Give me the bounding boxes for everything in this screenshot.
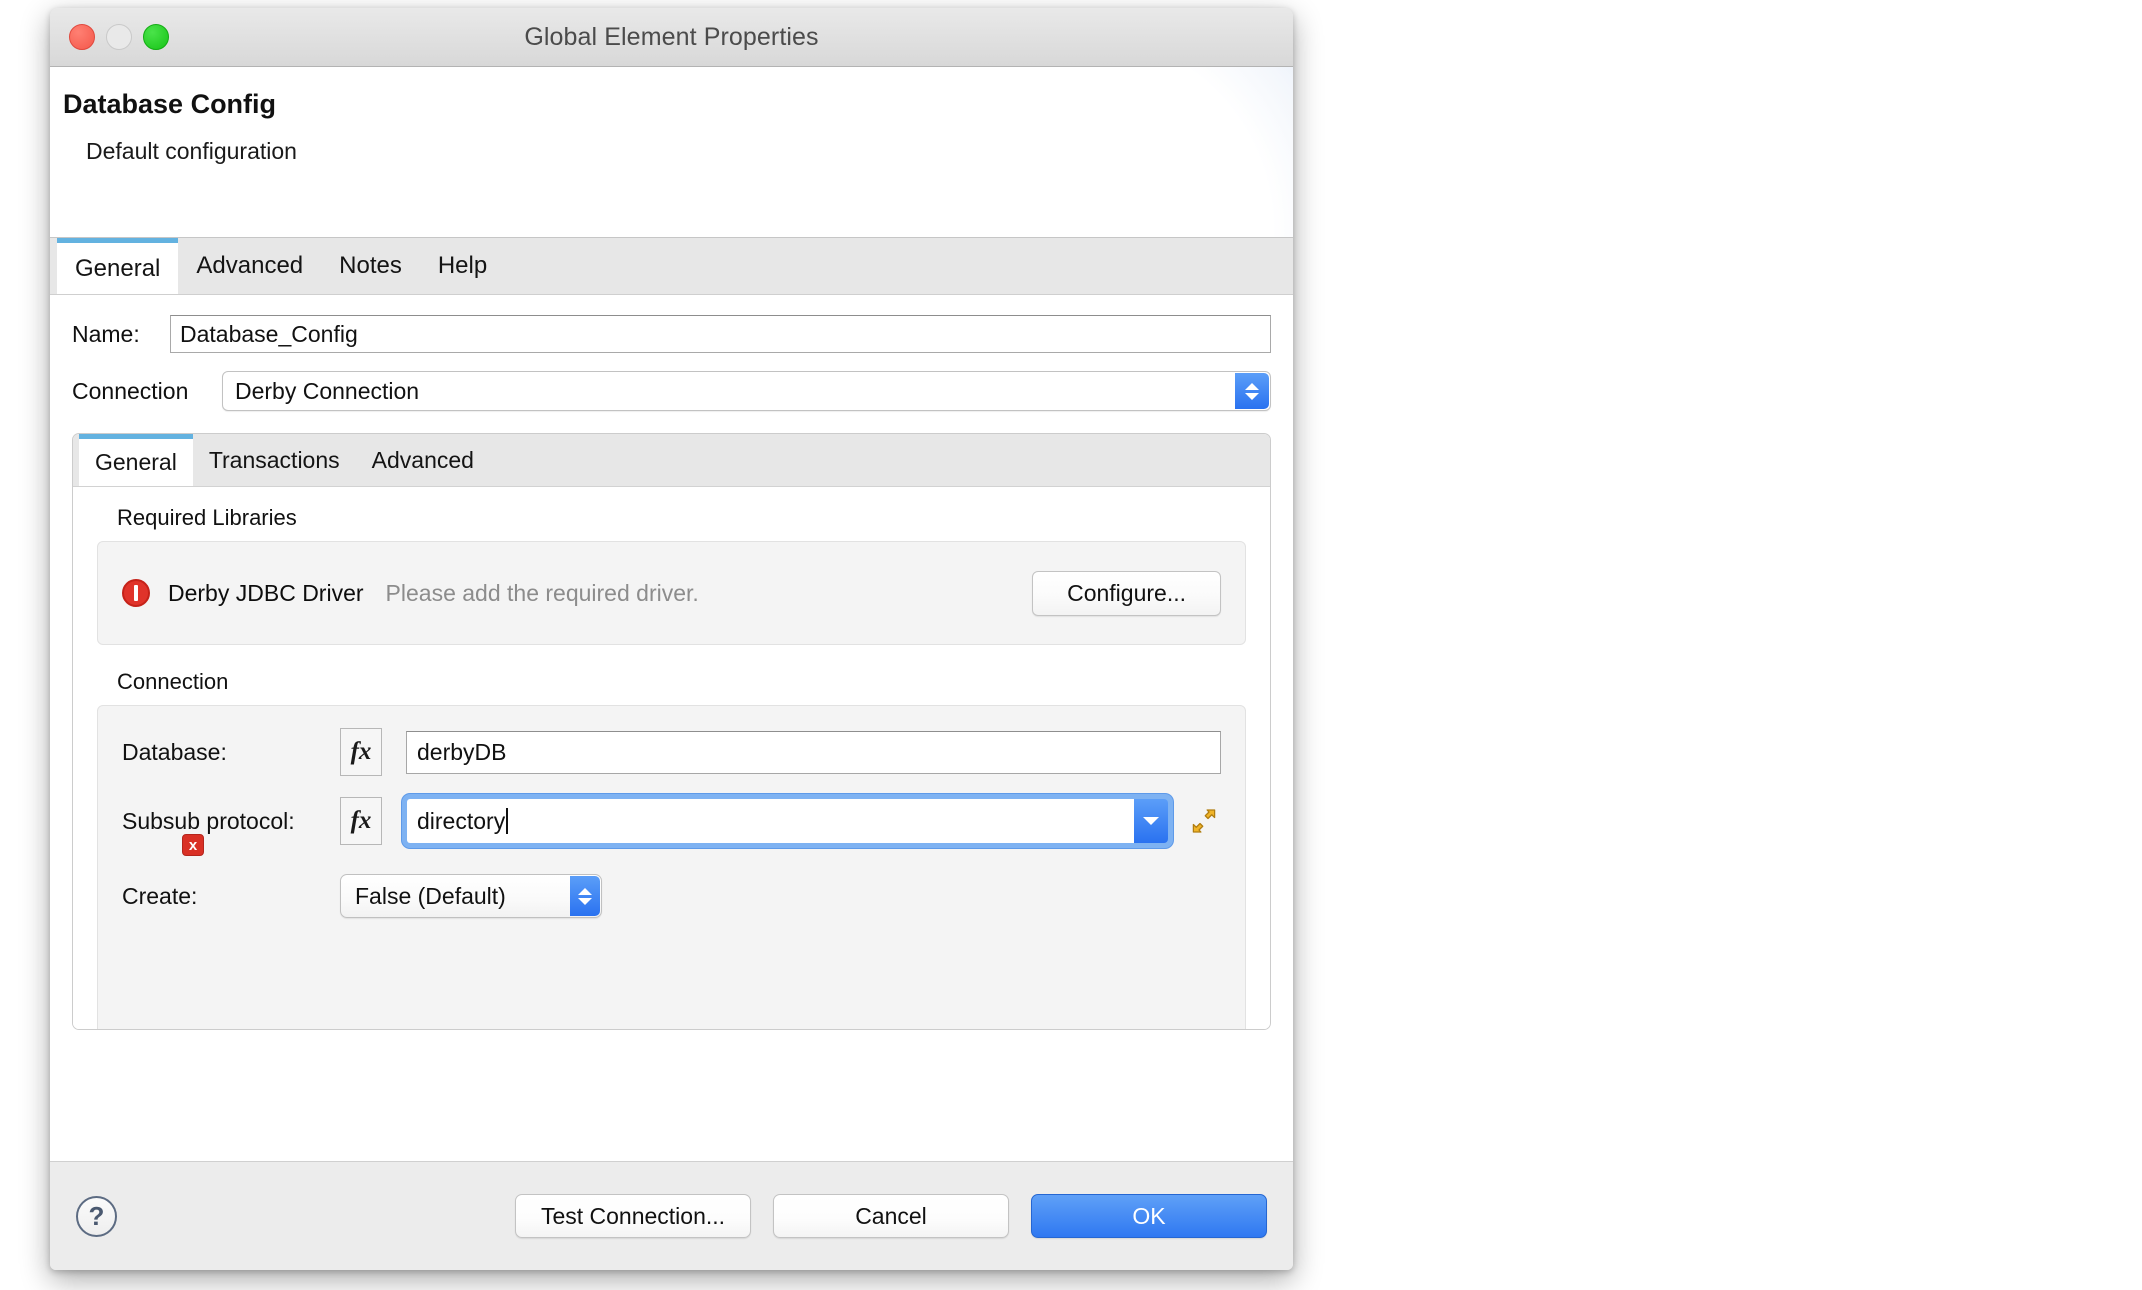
create-select-value: False (Default): [355, 882, 506, 909]
test-connection-button[interactable]: Test Connection...: [515, 1194, 751, 1238]
connection-select[interactable]: Derby Connection: [222, 371, 1271, 411]
outer-tab-bar: General Advanced Notes Help: [50, 238, 1293, 295]
chevron-up-icon: [1245, 382, 1259, 390]
zoom-button[interactable]: [143, 24, 169, 50]
chevron-up-icon: [578, 887, 592, 895]
subsub-protocol-input[interactable]: directory: [407, 799, 1134, 843]
configure-button[interactable]: Configure...: [1032, 570, 1221, 616]
connection-group-panel: Database: fx derbyDB Subsub protocol: fx…: [97, 705, 1246, 1029]
connection-label: Connection: [72, 377, 189, 404]
tab-advanced-label: Advanced: [196, 252, 304, 279]
close-button[interactable]: [69, 24, 95, 50]
connection-field-row: Connection Derby Connection: [50, 371, 1293, 411]
dialog-body: General Advanced Notes Help Name: Databa…: [50, 238, 1293, 1161]
dialog-footer: ? Test Connection... Cancel OK: [50, 1161, 1293, 1270]
connection-group-label: Connection: [117, 669, 229, 694]
database-row: Database: fx derbyDB: [122, 728, 1221, 776]
create-label: Create:: [122, 882, 198, 909]
minimize-button[interactable]: [106, 24, 132, 50]
subsub-protocol-combobox[interactable]: directory: [402, 794, 1173, 848]
tab-advanced[interactable]: Advanced: [178, 238, 321, 294]
dialog-header: Database Config Default configuration: [50, 67, 1293, 238]
refresh-icon[interactable]: [1187, 804, 1221, 838]
driver-status-message: Please add the required driver.: [385, 579, 699, 606]
text-caret: [506, 808, 509, 834]
page-subtitle: Default configuration: [86, 138, 297, 164]
tab-general-label: General: [75, 254, 161, 282]
window-title: Global Element Properties: [524, 22, 819, 51]
validation-error-badge: x: [182, 834, 204, 856]
tab-notes-label: Notes: [339, 252, 402, 279]
chevron-down-icon: [578, 897, 592, 905]
tab-notes[interactable]: Notes: [321, 238, 420, 294]
fx-button-database[interactable]: fx: [340, 728, 382, 776]
ok-button[interactable]: OK: [1031, 1194, 1267, 1238]
subsub-protocol-label: Subsub protocol:: [122, 807, 295, 834]
page-title: Database Config: [63, 89, 277, 119]
name-field-row: Name: Database_Config: [50, 315, 1293, 353]
create-row: Create: False (Default): [122, 874, 1221, 918]
inner-tab-transactions-label: Transactions: [208, 446, 340, 473]
chevron-updown-icon[interactable]: [1235, 373, 1269, 409]
database-input[interactable]: derbyDB: [406, 730, 1221, 774]
database-label: Database:: [122, 738, 227, 765]
required-libraries-panel: Derby JDBC Driver Please add the require…: [97, 541, 1246, 645]
required-libraries-label: Required Libraries: [117, 505, 297, 530]
subsub-protocol-value: directory: [417, 807, 506, 834]
tab-help-label: Help: [437, 252, 488, 279]
subsub-dropdown-button[interactable]: [1134, 799, 1168, 843]
tab-general[interactable]: General: [57, 238, 179, 294]
chevron-down-icon: [1245, 392, 1259, 400]
inner-tab-bar: General Transactions Advanced: [73, 434, 1270, 487]
help-button[interactable]: ?: [76, 1195, 117, 1237]
chevron-updown-icon[interactable]: [570, 876, 600, 916]
create-select[interactable]: False (Default): [340, 874, 602, 918]
connection-details-box: General Transactions Advanced Required L…: [72, 433, 1271, 1030]
inner-tab-general[interactable]: General: [79, 434, 193, 486]
tab-help[interactable]: Help: [420, 238, 505, 294]
fx-button-subsub[interactable]: fx: [340, 797, 382, 845]
name-label: Name:: [72, 320, 140, 347]
window-controls: [69, 24, 169, 50]
inner-tab-advanced-label: Advanced: [371, 446, 474, 473]
chevron-down-icon: [1143, 817, 1159, 825]
inner-tab-advanced[interactable]: Advanced: [356, 434, 490, 486]
driver-name: Derby JDBC Driver: [168, 579, 364, 606]
connection-select-value: Derby Connection: [235, 377, 420, 404]
general-tab-panel: Name: Database_Config Connection Derby C…: [50, 295, 1293, 1161]
dialog-window: Global Element Properties Database Confi…: [50, 8, 1293, 1270]
inner-tab-general-label: General: [95, 449, 177, 475]
cancel-button[interactable]: Cancel: [773, 1194, 1009, 1238]
inner-general-panel: Required Libraries Derby JDBC Driver Ple…: [73, 487, 1270, 1029]
error-circle-icon: [122, 579, 150, 607]
inner-tab-transactions[interactable]: Transactions: [193, 434, 356, 486]
title-bar: Global Element Properties: [50, 8, 1293, 67]
subsub-protocol-row: Subsub protocol: fx x directory: [122, 794, 1221, 856]
name-input[interactable]: Database_Config: [170, 315, 1271, 353]
